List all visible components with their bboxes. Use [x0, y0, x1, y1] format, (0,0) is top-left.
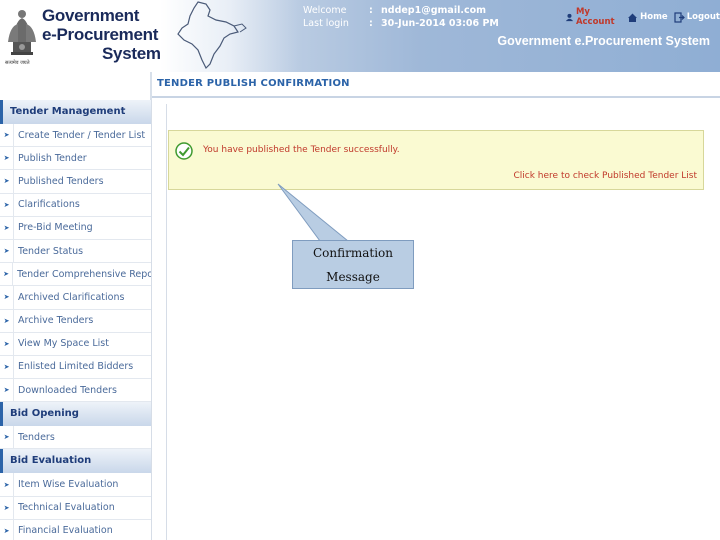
welcome-email: nddep1@gmail.com	[381, 5, 487, 16]
sidebar-item-label: Enlisted Limited Bidders	[18, 361, 134, 373]
home-link[interactable]: Home	[627, 12, 668, 23]
sidebar-item-view-my-space-list[interactable]: ➤ View My Space List	[0, 332, 151, 356]
brand-line-2: e-Procurement	[42, 25, 159, 44]
last-login-label: Last login	[303, 18, 349, 29]
sidebar-item-label: Tender Status	[18, 245, 84, 257]
sidebar-item-label: View My Space List	[18, 338, 109, 350]
logout-label: Logout	[686, 12, 720, 22]
arrow-right-icon: ➤	[0, 379, 14, 402]
sidebar-item-downloaded-tenders[interactable]: ➤ Downloaded Tenders	[0, 379, 151, 403]
my-account-link[interactable]: My Account	[565, 7, 621, 27]
welcome-label: Welcome	[303, 5, 347, 16]
sidebar-item-label: Published Tenders	[18, 175, 104, 187]
sidebar-item-archive-tenders[interactable]: ➤ Archive Tenders	[0, 309, 151, 333]
logout-icon	[674, 11, 685, 23]
sidebar-item-published-tenders[interactable]: ➤ Published Tenders	[0, 170, 151, 194]
brand-line-1: Government	[42, 6, 140, 25]
sidebar-item-item-wise-evaluation[interactable]: ➤ Item Wise Evaluation	[0, 473, 151, 497]
arrow-right-icon: ➤	[0, 519, 14, 540]
logout-link[interactable]: Logout	[674, 11, 720, 23]
arrow-right-icon: ➤	[0, 473, 14, 496]
sidebar-item-tenders[interactable]: ➤ Tenders	[0, 426, 151, 450]
callout-line-2: Message	[326, 270, 380, 284]
page-root: सत्यमेव जयते Government e-Procurement Sy…	[0, 0, 720, 540]
sidebar-item-enlisted-limited-bidders[interactable]: ➤ Enlisted Limited Bidders	[0, 355, 151, 380]
arrow-right-icon: ➤	[0, 124, 14, 147]
sidebar: Tender Management ➤ Create Tender / Tende…	[0, 100, 152, 540]
sidebar-section-bid-opening[interactable]: Bid Opening	[0, 402, 151, 427]
sidebar-item-label: Create Tender / Tender List	[18, 129, 146, 141]
brand-line-3: System	[102, 44, 161, 63]
india-map-icon	[177, 1, 247, 70]
arrow-right-icon: ➤	[0, 496, 14, 519]
sidebar-item-label: Tenders	[18, 431, 55, 443]
arrow-right-icon: ➤	[0, 216, 14, 239]
sidebar-section-tender-management[interactable]: Tender Management	[0, 100, 151, 124]
sidebar-section-bid-evaluation[interactable]: Bid Evaluation	[0, 449, 151, 474]
sidebar-item-label: Pre-Bid Meeting	[18, 222, 93, 234]
sidebar-item-label: Financial Evaluation	[18, 525, 113, 537]
arrow-right-icon: ➤	[0, 286, 14, 309]
sidebar-item-archived-clarifications[interactable]: ➤ Archived Clarifications	[0, 286, 151, 310]
arrow-right-icon: ➤	[0, 239, 14, 263]
system-title: Government e.Procurement System	[497, 34, 710, 48]
sidebar-item-create-tender[interactable]: ➤ Create Tender / Tender List	[0, 124, 151, 148]
arrow-right-icon: ➤	[0, 332, 14, 355]
top-links: My Account Home Logout	[565, 7, 720, 27]
sidebar-item-label: Archived Clarifications	[18, 291, 125, 303]
home-icon	[628, 13, 638, 22]
content-divider	[166, 104, 167, 540]
sidebar-item-label: Tender Comprehensive Report	[17, 268, 151, 280]
national-emblem-icon	[8, 10, 36, 55]
sidebar-item-label: Archive Tenders	[18, 315, 94, 327]
arrow-right-icon: ➤	[0, 263, 14, 286]
callout-box: Confirmation Message	[292, 240, 414, 289]
header-banner: सत्यमेव जयते Government e-Procurement Sy…	[0, 0, 720, 72]
arrow-right-icon: ➤	[0, 426, 14, 449]
sidebar-item-technical-evaluation[interactable]: ➤ Technical Evaluation	[0, 496, 151, 520]
arrow-right-icon: ➤	[0, 309, 14, 332]
callout-line-1: Confirmation	[312, 246, 394, 260]
success-message-text: You have published the Tender successful…	[203, 145, 400, 155]
arrow-right-icon: ➤	[0, 355, 14, 379]
page-title: TENDER PUBLISH CONFIRMATION	[157, 78, 350, 89]
arrow-right-icon: ➤	[0, 147, 14, 170]
sidebar-item-label: Downloaded Tenders	[18, 384, 117, 396]
brand-logo-text: Government e-Procurement System	[42, 6, 161, 63]
sidebar-item-clarifications[interactable]: ➤ Clarifications	[0, 193, 151, 217]
sidebar-item-label: Item Wise Evaluation	[18, 479, 119, 491]
arrow-right-icon: ➤	[0, 193, 14, 216]
arrow-right-icon: ➤	[0, 170, 14, 193]
sidebar-item-label: Clarifications	[18, 199, 80, 211]
success-message-box: You have published the Tender successful…	[168, 130, 704, 190]
emblem-caption: सत्यमेव जयते	[5, 60, 30, 66]
sidebar-item-tender-comprehensive-report[interactable]: ➤ Tender Comprehensive Report	[0, 263, 151, 287]
sidebar-item-label: Technical Evaluation	[18, 502, 115, 514]
welcome-separator: :	[369, 5, 373, 16]
last-login-value: 30-Jun-2014 03:06 PM	[381, 18, 499, 29]
sidebar-item-tender-status[interactable]: ➤ Tender Status	[0, 239, 151, 264]
sidebar-item-publish-tender[interactable]: ➤ Publish Tender	[0, 147, 151, 171]
check-circle-icon	[175, 142, 193, 160]
user-icon	[565, 13, 574, 21]
published-tender-list-link[interactable]: Click here to check Published Tender Lis…	[514, 171, 698, 181]
sidebar-item-label: Publish Tender	[18, 152, 87, 164]
sidebar-item-financial-evaluation[interactable]: ➤ Financial Evaluation	[0, 519, 151, 540]
home-label: Home	[640, 12, 668, 22]
page-title-underline	[152, 96, 720, 98]
sidebar-item-pre-bid-meeting[interactable]: ➤ Pre-Bid Meeting	[0, 216, 151, 240]
session-info: Welcome : nddep1@gmail.com Last login : …	[303, 4, 499, 30]
last-login-separator: :	[369, 18, 373, 29]
my-account-label: My Account	[575, 7, 615, 27]
